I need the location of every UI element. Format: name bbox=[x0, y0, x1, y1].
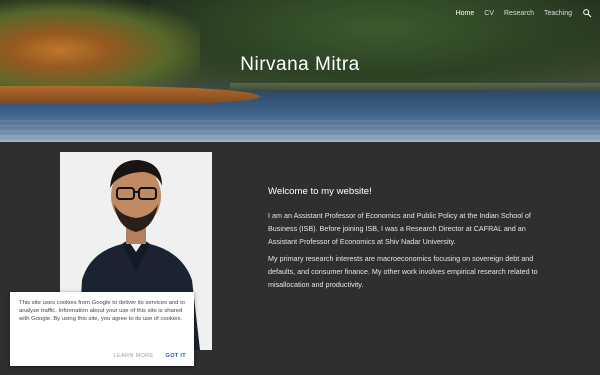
cookie-banner: This site uses cookies from Google to de… bbox=[10, 292, 194, 366]
nav-home[interactable]: Home bbox=[456, 10, 475, 17]
research-paragraph: My primary research interests are macroe… bbox=[268, 254, 538, 289]
autumn-trees bbox=[0, 0, 200, 100]
got-it-button[interactable]: GOT IT bbox=[166, 353, 186, 359]
near-shore bbox=[0, 86, 260, 104]
learn-more-button[interactable]: LEARN MORE bbox=[114, 353, 154, 359]
nav-research[interactable]: Research bbox=[504, 10, 534, 17]
cookie-actions: LEARN MORE GOT IT bbox=[114, 353, 186, 359]
welcome-section: Welcome to my website! I am an Assistant… bbox=[268, 186, 543, 295]
nav-teaching[interactable]: Teaching bbox=[544, 10, 572, 17]
site-title: Nirvana Mitra bbox=[240, 54, 360, 75]
hero-banner: Nirvana Mitra Home CV Research Teaching bbox=[0, 0, 600, 142]
top-nav: Home CV Research Teaching bbox=[456, 8, 592, 18]
search-icon[interactable] bbox=[582, 8, 592, 18]
water-ripples bbox=[0, 120, 600, 142]
bio-paragraph: I am an Assistant Professor of Economics… bbox=[268, 211, 531, 246]
far-shore bbox=[230, 83, 600, 91]
nav-cv[interactable]: CV bbox=[484, 10, 494, 17]
welcome-heading: Welcome to my website! bbox=[268, 186, 372, 197]
cookie-text: This site uses cookies from Google to de… bbox=[19, 300, 185, 323]
